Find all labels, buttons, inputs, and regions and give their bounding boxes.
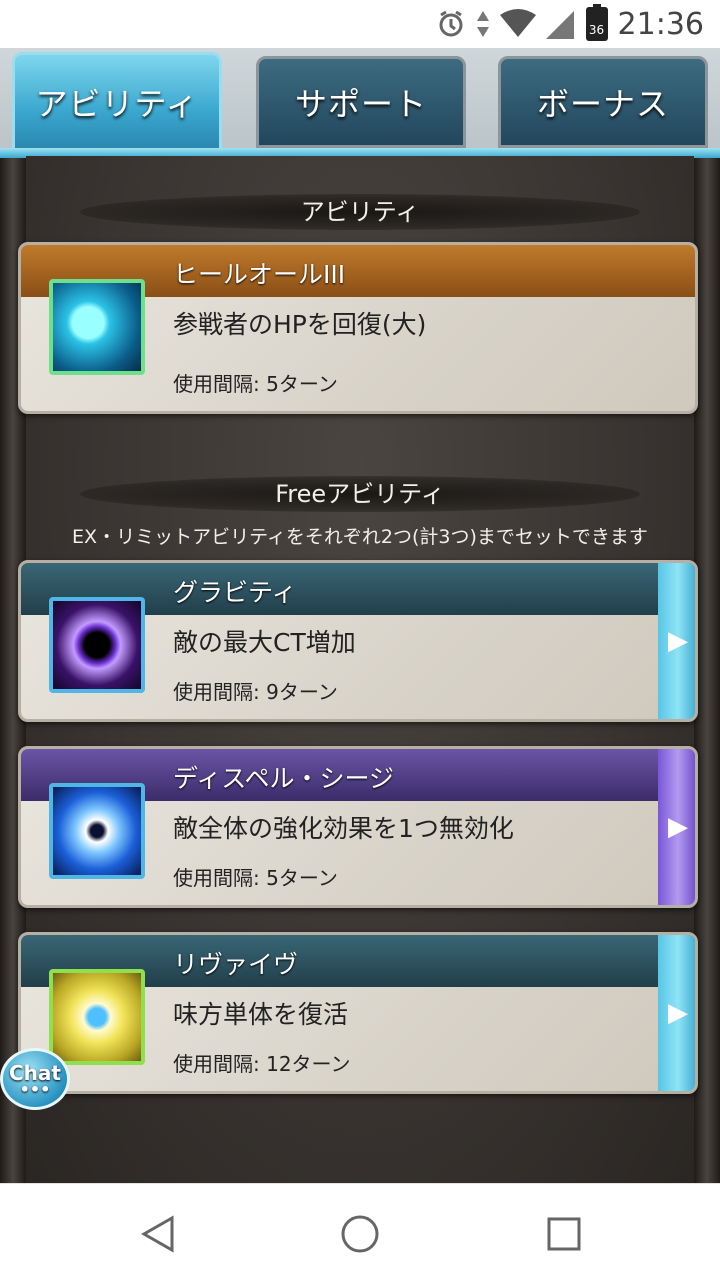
ability-card-dispel[interactable]: ディスペル・シージ 敵全体の強化効果を1つ無効化 使用間隔: 5ターン ▶ xyxy=(18,746,698,908)
expand-arrow-icon[interactable]: ▶ xyxy=(658,935,695,1091)
ability-interval: 使用間隔: 9ターン xyxy=(173,680,338,704)
tab-bonus[interactable]: ボーナス xyxy=(498,56,708,148)
ability-card-heal[interactable]: ヒールオールIII 参戦者のHPを回復(大) 使用間隔: 5ターン xyxy=(18,242,698,414)
tab-support[interactable]: サポート xyxy=(256,56,466,148)
data-arrows-icon xyxy=(476,11,489,37)
recents-icon[interactable] xyxy=(542,1212,586,1256)
wifi-icon xyxy=(499,9,536,37)
ability-description: 味方単体を復活 xyxy=(173,1000,349,1029)
expand-arrow-icon[interactable]: ▶ xyxy=(658,749,695,905)
heal-orbs-icon xyxy=(49,279,145,375)
ability-name: ディスペル・シージ xyxy=(173,764,395,793)
expand-arrow-icon[interactable]: ▶ xyxy=(658,563,695,719)
game-view: アビリティ サポート ボーナス アビリティ ヒールオールIII 参戦者のHPを回… xyxy=(0,48,720,1183)
ability-description: 敵全体の強化効果を1つ無効化 xyxy=(173,814,514,843)
free-ability-note: EX・リミットアビリティをそれぞれ2つ(計3つ)までセットできます xyxy=(72,526,648,548)
tab-ability[interactable]: アビリティ xyxy=(12,52,222,152)
battery-icon: 36 xyxy=(585,4,608,41)
alarm-icon xyxy=(439,10,463,37)
ability-name: グラビティ xyxy=(173,578,297,607)
ability-name: ヒールオールIII xyxy=(173,260,346,289)
ability-description: 敵の最大CT増加 xyxy=(173,628,356,657)
navigation-bar xyxy=(0,1183,720,1280)
ability-interval: 使用間隔: 12ターン xyxy=(173,1052,351,1076)
battery-level: 36 xyxy=(588,23,605,37)
ability-name: リヴァイヴ xyxy=(173,950,299,979)
status-time: 21:36 xyxy=(617,6,704,42)
status-icons: 36 21:36 xyxy=(436,4,704,42)
dispel-icon xyxy=(49,783,145,879)
back-icon[interactable] xyxy=(136,1212,180,1256)
revive-icon xyxy=(49,969,145,1065)
ability-card-gravity[interactable]: グラビティ 敵の最大CT増加 使用間隔: 9ターン ▶ xyxy=(18,560,698,722)
chat-dots-icon: ••• xyxy=(19,1080,51,1099)
status-bar: 36 21:36 xyxy=(0,0,720,48)
chat-button[interactable]: Chat ••• xyxy=(0,1048,70,1110)
tab-bar: アビリティ サポート ボーナス xyxy=(0,48,720,158)
section-title-free: Freeアビリティ xyxy=(80,476,640,512)
ability-interval: 使用間隔: 5ターン xyxy=(173,372,338,396)
ability-description: 参戦者のHPを回復(大) xyxy=(173,310,427,339)
ability-interval: 使用間隔: 5ターン xyxy=(173,866,338,890)
ability-card-revive[interactable]: リヴァイヴ 味方単体を復活 使用間隔: 12ターン ▶ xyxy=(18,932,698,1094)
gravity-icon xyxy=(49,597,145,693)
signal-icon xyxy=(545,11,574,39)
home-icon[interactable] xyxy=(338,1212,382,1256)
section-title-ability: アビリティ xyxy=(80,194,640,230)
